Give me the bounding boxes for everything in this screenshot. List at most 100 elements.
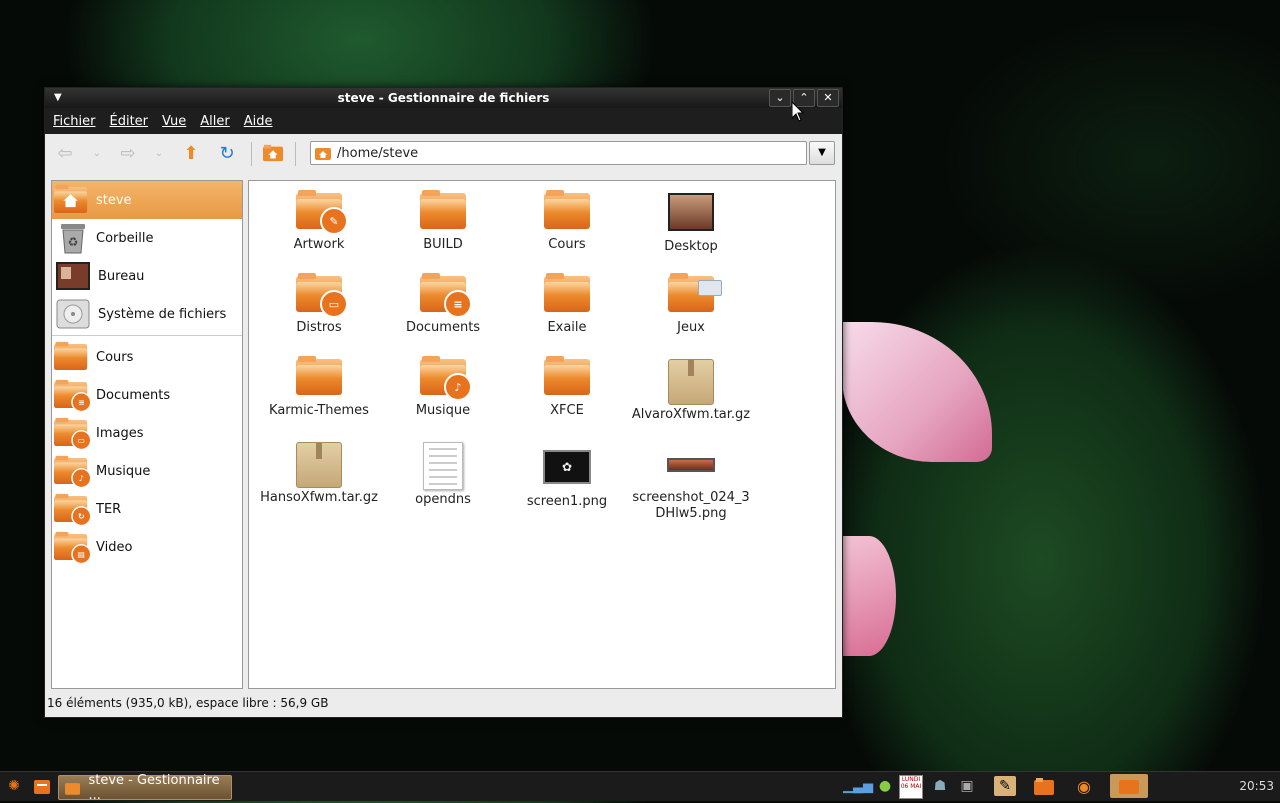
sidebar-item-label: steve: [96, 192, 132, 208]
notes-app-icon[interactable]: ✎: [994, 776, 1016, 796]
folder-music-icon: ♪: [420, 356, 472, 401]
sidebar-item-systeme[interactable]: Système de fichiers: [52, 295, 242, 333]
up-arrow-icon[interactable]: ⬆: [181, 143, 201, 164]
file-item[interactable]: AlvaroXfwm.tar.gz: [629, 359, 753, 442]
toolbar: ⇦ ⌄ ⇨ ⌄ ⬆ ↻ /home/steve ▼: [45, 134, 842, 172]
location-dropdown-button[interactable]: ▼: [809, 141, 835, 165]
file-item[interactable]: Exaile: [505, 273, 629, 359]
location-path[interactable]: /home/steve: [337, 146, 418, 161]
file-manager-tray-icon[interactable]: [1034, 776, 1054, 796]
menu-aller[interactable]: Aller: [200, 114, 229, 129]
file-item[interactable]: ♪ Musique: [381, 356, 505, 442]
file-label: Musique: [415, 403, 471, 418]
file-label: AlvaroXfwm.tar.gz: [631, 407, 751, 422]
forward-arrow-icon[interactable]: ⇨: [118, 143, 138, 164]
battery-icon[interactable]: ●: [875, 776, 895, 796]
location-bar[interactable]: /home/steve: [310, 141, 807, 165]
sidebar-item-steve[interactable]: steve: [52, 181, 242, 219]
back-history-chevron-icon[interactable]: ⌄: [87, 143, 107, 163]
folder-icon: [544, 190, 590, 229]
sidebar-item-video[interactable]: ▤ Video: [52, 528, 242, 566]
file-icon-view[interactable]: ✎ Artwork BUILD Cours Desktop ▭ Distros …: [248, 180, 836, 689]
file-label: Jeux: [677, 320, 705, 335]
home-icon: [54, 184, 88, 213]
sidebar-item-label: Système de fichiers: [98, 306, 227, 322]
folder-icon: [420, 190, 466, 229]
toolbar-separator-2: [295, 142, 296, 166]
sidebar-item-cours[interactable]: Cours: [52, 338, 242, 376]
folder-documents-icon: ≡: [54, 379, 92, 413]
file-manager-launcher-icon[interactable]: [32, 776, 52, 796]
file-label: BUILD: [423, 237, 463, 252]
people-icon[interactable]: ☗: [930, 776, 950, 796]
active-task-folder-icon[interactable]: [1110, 774, 1148, 798]
sidebar-item-musique[interactable]: ♪ Musique: [52, 452, 242, 490]
close-button[interactable]: ✕: [817, 89, 839, 107]
sidebar: steve ♻ Corbeille Bureau Système de fich…: [51, 180, 243, 689]
file-item[interactable]: XFCE: [505, 356, 629, 442]
forward-history-chevron-icon[interactable]: ⌄: [149, 143, 169, 163]
task-label: steve - Gestionnaire ...: [88, 772, 220, 803]
file-label: HansoXfwm.tar.gz: [260, 490, 378, 505]
folder-artwork-icon: ✎: [296, 190, 348, 235]
file-item[interactable]: Karmic-Themes: [257, 356, 381, 442]
file-item[interactable]: ✿ screen1.png: [505, 442, 629, 525]
window-title: steve - Gestionnaire de fichiers: [337, 91, 550, 105]
file-item[interactable]: screenshot_024_3DHlw5.png: [629, 442, 753, 525]
sidebar-item-label: Video: [96, 539, 133, 555]
menu-editer[interactable]: Éditer: [110, 114, 149, 129]
sidebar-item-documents[interactable]: ≡ Documents: [52, 376, 242, 414]
taskbar-task-file-manager[interactable]: steve - Gestionnaire ...: [58, 772, 232, 803]
file-item[interactable]: Cours: [505, 190, 629, 276]
file-item[interactable]: HansoXfwm.tar.gz: [257, 442, 381, 525]
file-item[interactable]: ▭ Distros: [257, 273, 381, 359]
taskbar: ✺ steve - Gestionnaire ... ▁▃▅ ● LUNDI 0…: [0, 771, 1280, 803]
firefox-icon[interactable]: ◉: [1074, 776, 1094, 796]
file-label: Desktop: [664, 239, 718, 254]
file-item[interactable]: ≡ Documents: [381, 273, 505, 359]
file-item[interactable]: Desktop: [629, 193, 753, 276]
file-item[interactable]: Jeux: [629, 273, 753, 359]
network-signal-icon[interactable]: ▁▃▅: [843, 776, 873, 796]
sidebar-item-images[interactable]: ▭ Images: [52, 414, 242, 452]
folder-images-icon: ▭: [54, 417, 92, 451]
menu-vue[interactable]: Vue: [162, 114, 186, 129]
folder-icon: [544, 273, 590, 312]
folder-video-icon: ▤: [54, 531, 92, 565]
clock[interactable]: 20:53: [1239, 779, 1274, 793]
file-item[interactable]: opendns: [381, 442, 505, 525]
folder-music-icon: ♪: [54, 455, 92, 489]
title-bar[interactable]: ▼ steve - Gestionnaire de fichiers ⌄ ⌃ ✕: [45, 88, 842, 108]
ubuntu-menu-icon[interactable]: ✺: [4, 776, 24, 796]
svg-text:♻: ♻: [68, 235, 79, 249]
sidebar-item-bureau[interactable]: Bureau: [52, 257, 242, 295]
file-label: screenshot_024_3DHlw5.png: [632, 490, 750, 521]
image-file-icon: [667, 458, 715, 472]
cpu-icon[interactable]: ▣: [957, 776, 977, 796]
archive-icon: [296, 442, 342, 488]
calendar-icon[interactable]: LUNDI 06 MAI: [899, 775, 923, 799]
menu-aide[interactable]: Aide: [244, 114, 273, 129]
menu-fichier[interactable]: Fichier: [53, 114, 96, 129]
folder-distros-icon: ▭: [296, 273, 348, 318]
sidebar-item-label: TER: [96, 501, 122, 517]
trash-icon: ♻: [61, 224, 85, 254]
sidebar-item-ter[interactable]: ↻ TER: [52, 490, 242, 528]
minimize-button[interactable]: ⌄: [769, 89, 791, 107]
file-label: Documents: [405, 320, 481, 335]
reload-icon[interactable]: ↻: [217, 143, 237, 164]
folder-games-icon: [668, 273, 722, 312]
folder-ter-icon: ↻: [54, 493, 92, 527]
sidebar-item-corbeille[interactable]: ♻ Corbeille: [52, 219, 242, 257]
file-label: Artwork: [293, 237, 345, 252]
file-label: Distros: [296, 320, 342, 335]
harddisk-icon: [56, 299, 90, 329]
folder-icon: [296, 356, 342, 395]
location-folder-icon: [315, 148, 331, 160]
sidebar-item-label: Musique: [96, 463, 151, 479]
desktop-icon: [668, 193, 714, 231]
file-item[interactable]: ✎ Artwork: [257, 190, 381, 276]
file-item[interactable]: BUILD: [381, 190, 505, 276]
home-icon[interactable]: [263, 143, 283, 163]
back-arrow-icon[interactable]: ⇦: [55, 143, 75, 164]
